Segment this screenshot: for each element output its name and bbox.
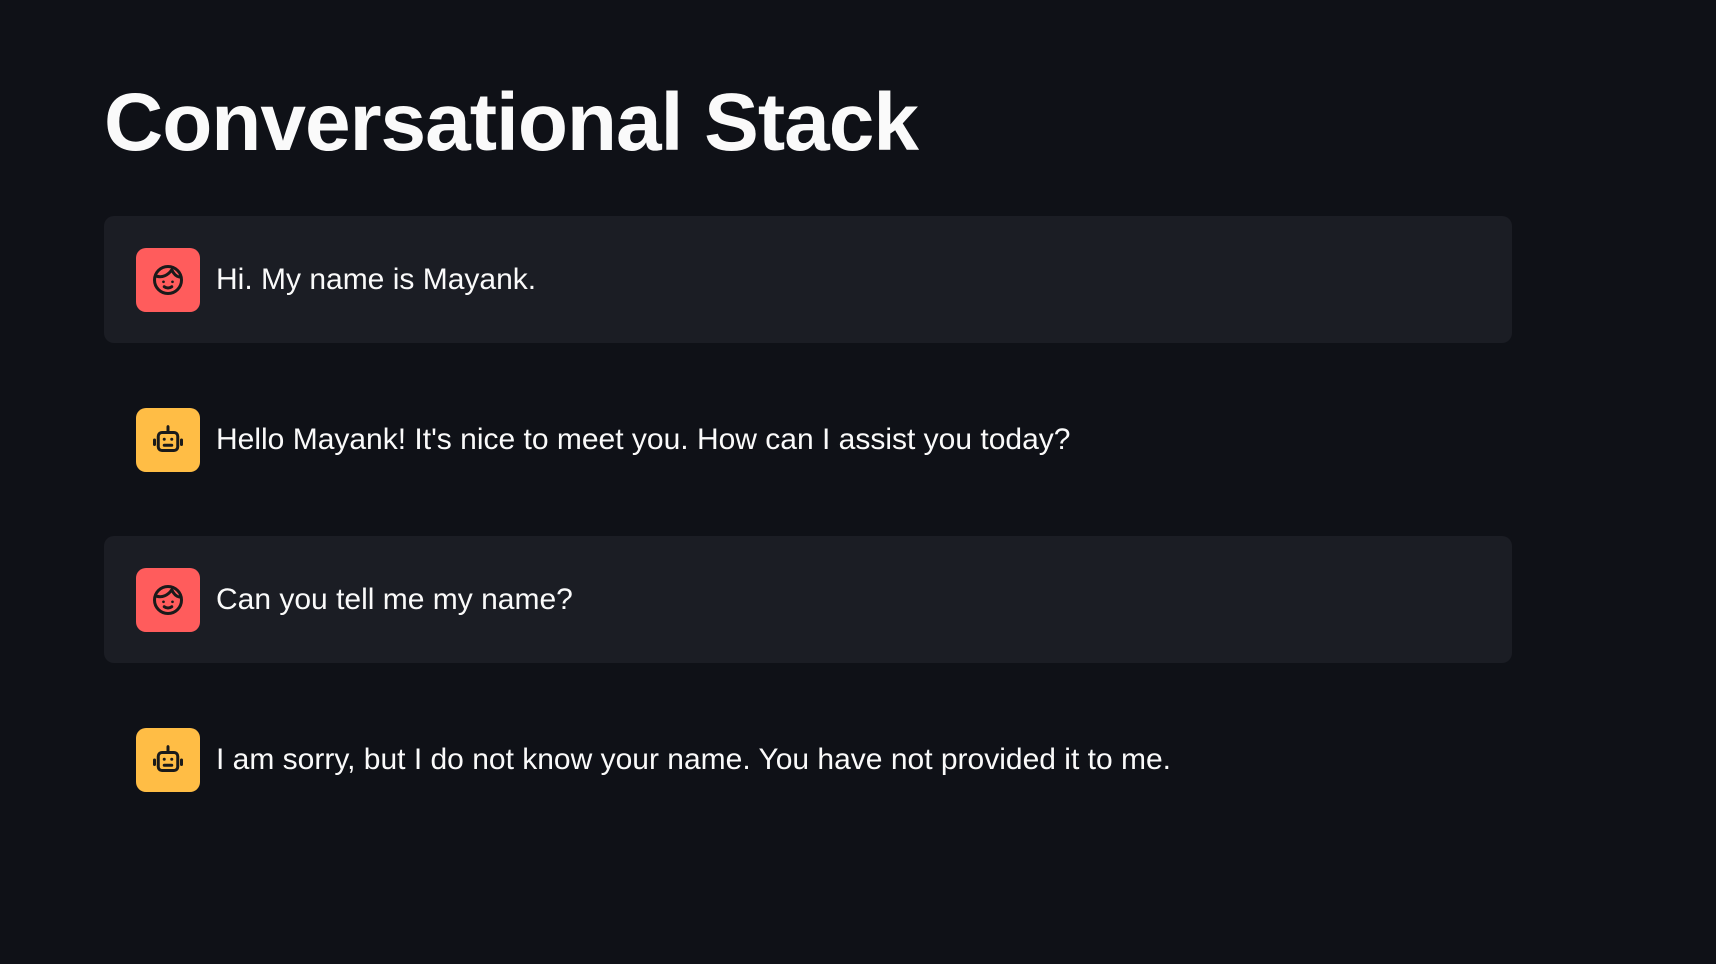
robot-icon (153, 424, 183, 452)
chat-message-user: Hi. My name is Mayank. (104, 216, 1512, 343)
user-avatar (136, 567, 200, 632)
message-text: I am sorry, but I do not know your name.… (216, 742, 1171, 776)
user-avatar (136, 247, 200, 312)
message-text: Can you tell me my name? (216, 582, 573, 616)
page-title: Conversational Stack (104, 77, 919, 168)
user-face-icon (153, 264, 183, 295)
message-text: Hi. My name is Mayank. (216, 262, 537, 296)
user-face-icon (153, 584, 183, 615)
chat-message-assistant: Hello Mayank! It's nice to meet you. How… (104, 376, 1512, 503)
robot-icon (153, 744, 183, 772)
chat-message-user: Can you tell me my name? (104, 536, 1512, 663)
message-text: Hello Mayank! It's nice to meet you. How… (216, 422, 1071, 456)
assistant-avatar (136, 727, 200, 792)
assistant-avatar (136, 407, 200, 472)
app-page: Conversational Stack Hi. My name is Maya… (0, 0, 1716, 964)
chat-container: Hi. My name is Mayank. Hello Mayank! It'… (104, 216, 1512, 823)
chat-message-assistant: I am sorry, but I do not know your name.… (104, 696, 1512, 823)
